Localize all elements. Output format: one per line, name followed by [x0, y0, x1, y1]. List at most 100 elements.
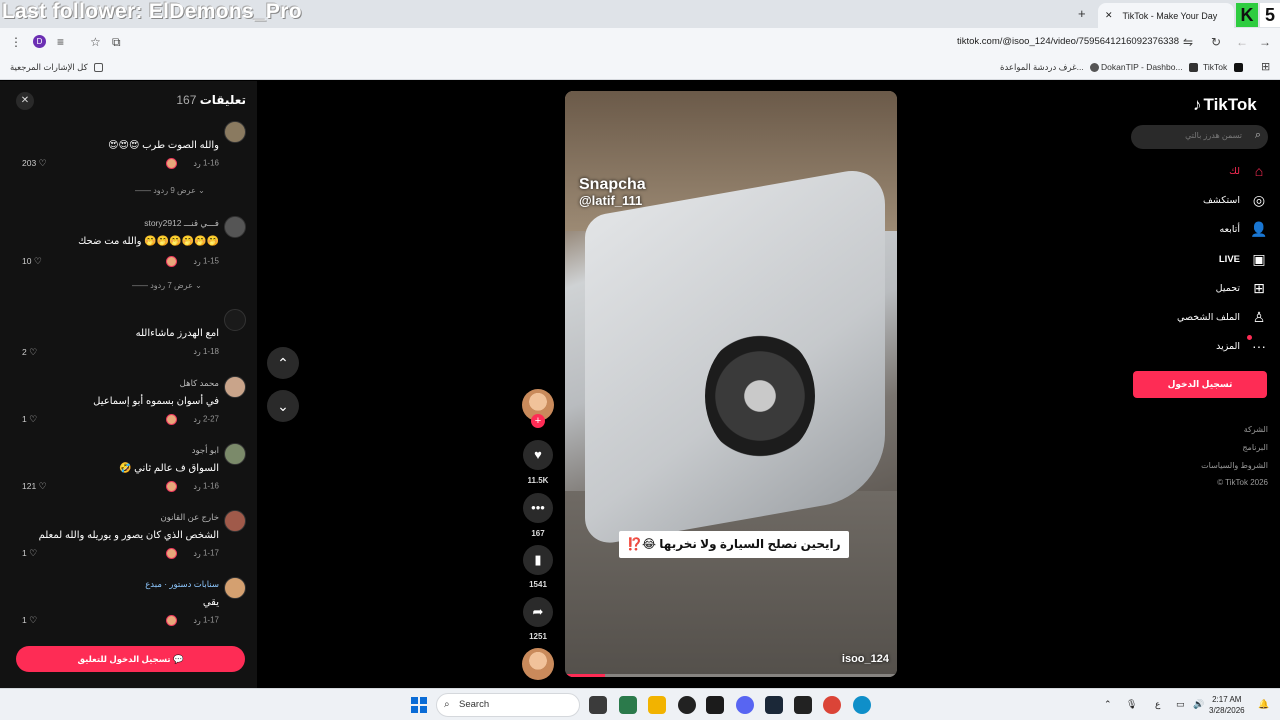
- comment-like-button[interactable]: 1 ♡: [22, 414, 37, 425]
- nav-more[interactable]: ··· المزيد: [1216, 335, 1268, 356]
- bookmark-dokantip[interactable]: DokanTIP - Dashbo...: [1101, 62, 1198, 73]
- reply-button[interactable]: رد: [193, 347, 200, 356]
- video-progress-bar[interactable]: [565, 674, 897, 677]
- tab-tiktok[interactable]: ✕ TikTok - Make Your Day: [1098, 3, 1234, 28]
- store-icon[interactable]: [619, 696, 637, 714]
- comment-avatar[interactable]: [224, 216, 246, 238]
- comment-like-button[interactable]: 10 ♡: [22, 256, 42, 267]
- video-frame-wheel: [705, 331, 815, 461]
- bookmark-dating[interactable]: غرف دردشة المواعدة...: [1000, 62, 1100, 73]
- follow-plus-icon[interactable]: +: [531, 414, 545, 428]
- comment-like-button[interactable]: 121 ♡: [22, 481, 47, 492]
- search-icon[interactable]: ⌕: [1255, 129, 1261, 142]
- comment-button[interactable]: •••: [523, 493, 553, 523]
- terminal-icon[interactable]: [706, 696, 724, 714]
- apps-grid-icon[interactable]: ⊞: [1261, 60, 1270, 73]
- comment-meta: 1-16 رد: [162, 481, 219, 492]
- reload-icon[interactable]: ↻: [1211, 35, 1221, 49]
- site-settings-icon[interactable]: ⇋: [1183, 35, 1193, 49]
- install-app-icon[interactable]: ⧉: [112, 35, 121, 50]
- search-placeholder: تسمن هدرز بالتي: [1185, 131, 1242, 140]
- nav-profile[interactable]: ♙ الملف الشخصي: [1177, 307, 1268, 327]
- comment-username[interactable]: سنابات دستور · مبدع: [145, 579, 219, 590]
- sidebar-login-button[interactable]: تسجيل الدخول: [1133, 371, 1267, 398]
- comment-like-button[interactable]: 1 ♡: [22, 615, 37, 626]
- nav-for-you[interactable]: ⌂ لك: [1229, 161, 1268, 181]
- view-replies-button[interactable]: ⌄ عرض 9 ردود ——: [135, 186, 205, 195]
- tab-close-icon[interactable]: ✕: [1105, 10, 1113, 21]
- comment-username[interactable]: محمد كاهل: [180, 378, 219, 389]
- windows-start-icon[interactable]: [411, 697, 427, 713]
- comments-count: 167: [176, 93, 197, 107]
- reply-button[interactable]: رد: [193, 549, 200, 558]
- menu-kebab-icon[interactable]: ⋮: [10, 35, 22, 49]
- comment-like-button[interactable]: 2 ♡: [22, 347, 37, 358]
- edge-icon[interactable]: [853, 696, 871, 714]
- previous-video-button[interactable]: ⌃: [267, 347, 299, 379]
- comment-username[interactable]: فـــي قنـــ story2912: [144, 218, 219, 229]
- video-author-handle[interactable]: isoo_124: [842, 653, 889, 665]
- stream-overlay-text: Last follower: ElDemons_Pro: [2, 0, 302, 23]
- bookmark-star-icon[interactable]: ☆: [90, 35, 101, 49]
- network-icon[interactable]: ▭: [1176, 699, 1185, 710]
- next-video-button[interactable]: ⌄: [267, 390, 299, 422]
- volume-icon[interactable]: 🔊: [1193, 699, 1204, 710]
- comment-avatar[interactable]: [224, 577, 246, 599]
- url-field[interactable]: tiktok.com/@isoo_124/video/7595641216092…: [957, 36, 1179, 47]
- view-replies-button[interactable]: ⌄ عرض 7 ردود ——: [132, 281, 202, 290]
- comment-avatar[interactable]: [224, 510, 246, 532]
- comment-avatar[interactable]: [224, 121, 246, 143]
- comment-avatar[interactable]: [224, 309, 246, 331]
- nav-following[interactable]: 👤 أتابعه: [1220, 219, 1269, 239]
- share-button[interactable]: ➦: [523, 597, 553, 627]
- steam-icon[interactable]: [765, 696, 783, 714]
- notification-bell-icon[interactable]: 🔔: [1258, 699, 1269, 710]
- capcut-icon[interactable]: [794, 696, 812, 714]
- like-button[interactable]: ♥: [523, 440, 553, 470]
- back-icon[interactable]: →: [1259, 35, 1271, 49]
- comments-title: تعليقات: [199, 93, 246, 107]
- discord-icon[interactable]: [736, 696, 754, 714]
- nav-explore[interactable]: ◎ استكشف: [1203, 190, 1268, 210]
- footer-link-company[interactable]: الشركة: [1244, 425, 1268, 434]
- comment-avatar[interactable]: [224, 443, 246, 465]
- comment-username[interactable]: خارج عن القانون: [160, 512, 219, 523]
- obs-icon[interactable]: [678, 696, 696, 714]
- forward-icon[interactable]: ←: [1236, 35, 1248, 49]
- comment-like-button[interactable]: 1 ♡: [22, 548, 37, 559]
- footer-link-terms[interactable]: الشروط والسياسات: [1201, 461, 1268, 470]
- file-explorer-icon[interactable]: [648, 696, 666, 714]
- nav-live[interactable]: ▣ LIVE: [1219, 249, 1268, 269]
- save-button[interactable]: ▮: [523, 545, 553, 575]
- tiktok-logo[interactable]: ♪ TikTok: [1193, 95, 1257, 115]
- video-player[interactable]: Snapcha @latif_111 رايحين نصلح السيارة و…: [565, 91, 897, 677]
- profile-avatar[interactable]: D: [33, 35, 46, 48]
- all-bookmarks-button[interactable]: كل الإشارات المرجعية: [10, 62, 104, 73]
- reply-button[interactable]: رد: [193, 482, 200, 491]
- bookmark-tiktok[interactable]: TikTok: [1203, 62, 1243, 73]
- login-to-comment-button[interactable]: تسجيل الدخول للتعليق 💬: [16, 646, 245, 672]
- comment-meta: 2-27 رد: [162, 414, 219, 425]
- nav-upload[interactable]: ⊞ تحميل: [1216, 278, 1268, 298]
- input-language[interactable]: ع: [1155, 699, 1160, 710]
- close-comments-button[interactable]: ✕: [16, 92, 34, 110]
- reply-button[interactable]: رد: [193, 159, 200, 168]
- reply-button[interactable]: رد: [193, 415, 200, 424]
- comment-avatar[interactable]: [224, 376, 246, 398]
- reading-list-icon[interactable]: ≡: [57, 35, 64, 49]
- tray-overflow-icon[interactable]: ⌃: [1104, 699, 1112, 710]
- taskbar-clock[interactable]: 2:17 AM 3/28/2026: [1209, 694, 1245, 716]
- new-tab-button[interactable]: +: [1078, 6, 1086, 21]
- sound-avatar[interactable]: [522, 648, 554, 680]
- taskbar-search[interactable]: ⌕ Search: [436, 693, 580, 717]
- reply-button[interactable]: رد: [193, 616, 200, 625]
- comment-username[interactable]: ابو أجود: [192, 445, 219, 456]
- search-input[interactable]: تسمن هدرز بالتي ⌕: [1131, 125, 1268, 149]
- microphone-icon[interactable]: 🎙: [1126, 699, 1137, 710]
- footer-link-program[interactable]: البرنامج: [1242, 443, 1268, 452]
- reply-button[interactable]: رد: [193, 257, 200, 266]
- comment-like-button[interactable]: 203 ♡: [22, 158, 47, 169]
- nav-label: لك: [1229, 165, 1240, 177]
- chrome-icon[interactable]: [823, 696, 841, 714]
- task-view-icon[interactable]: [589, 696, 607, 714]
